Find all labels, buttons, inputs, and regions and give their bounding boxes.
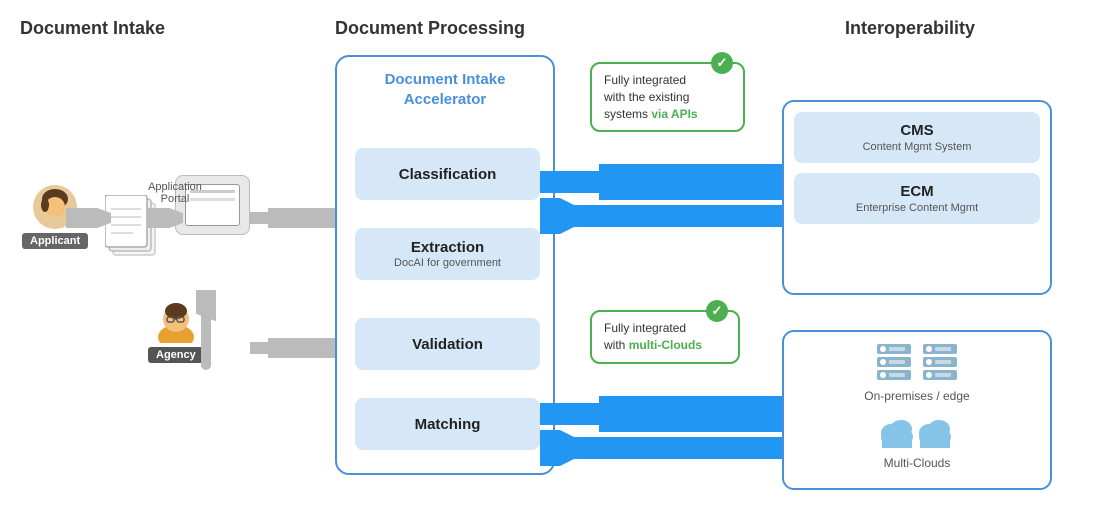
- interop-group-top: CMS Content Mgmt System ECM Enterprise C…: [782, 100, 1052, 295]
- section-processing-header: Document Processing: [335, 18, 525, 39]
- step-extraction: Extraction DocAI for government: [355, 228, 540, 280]
- diagram: Document Intake Document Processing Inte…: [0, 0, 1100, 517]
- step-classification: Classification: [355, 148, 540, 200]
- callout-bottom: ✓ Fully integrated with multi-Clouds: [590, 310, 740, 364]
- callout-bottom-check: ✓: [706, 300, 728, 322]
- callout-top-check: ✓: [711, 52, 733, 74]
- blue-arrow-bottom-right: [540, 396, 790, 432]
- on-premises-label: On-premises / edge: [796, 389, 1038, 403]
- callout-top: ✓ Fully integrated with the existing sys…: [590, 62, 745, 132]
- blue-arrow-top-left: [540, 198, 790, 234]
- agency-avatar: [152, 295, 200, 343]
- arrow-agency-to-portal: [196, 290, 216, 370]
- blue-arrow-top-right: [540, 164, 790, 200]
- on-premises-section: On-premises / edge: [784, 332, 1050, 409]
- interop-group-bottom: On-premises / edge Multi-Clouds: [782, 330, 1052, 490]
- step-validation: Validation: [355, 318, 540, 370]
- applicant-label: Applicant: [22, 233, 88, 249]
- accelerator-title: Document Intake Accelerator: [340, 70, 550, 109]
- section-interop-header: Interoperability: [845, 18, 975, 39]
- multi-clouds-label: Multi-Clouds: [796, 456, 1038, 470]
- step-matching: Matching: [355, 398, 540, 450]
- cloud-icon: [877, 411, 957, 449]
- server-icon: [877, 344, 957, 380]
- document-stack-applicant: [105, 195, 163, 270]
- cms-box: CMS Content Mgmt System: [794, 112, 1040, 163]
- arrow-applicant-to-docs: [66, 208, 111, 228]
- ecm-box: ECM Enterprise Content Mgmt: [794, 173, 1040, 224]
- blue-arrow-bottom-left: [540, 430, 790, 466]
- portal-label: ApplicationPortal: [135, 181, 215, 205]
- section-intake-header: Document Intake: [20, 18, 165, 39]
- multi-clouds-section: Multi-Clouds: [784, 409, 1050, 480]
- arrow-docs-to-portal: [148, 208, 183, 228]
